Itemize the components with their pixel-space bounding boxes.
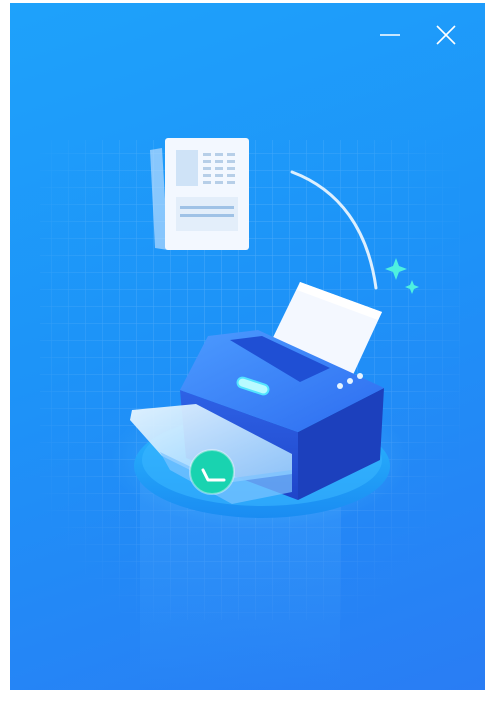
top-margin bbox=[0, 0, 485, 3]
left-margin bbox=[0, 0, 10, 704]
check-icon bbox=[189, 449, 235, 495]
printer-illustration bbox=[40, 138, 460, 690]
minimize-icon bbox=[380, 34, 400, 36]
window-controls bbox=[373, 18, 463, 52]
bottom-margin bbox=[0, 690, 485, 704]
close-icon bbox=[436, 25, 456, 45]
close-button[interactable] bbox=[429, 18, 463, 52]
app-window bbox=[0, 0, 485, 704]
minimize-button[interactable] bbox=[373, 18, 407, 52]
